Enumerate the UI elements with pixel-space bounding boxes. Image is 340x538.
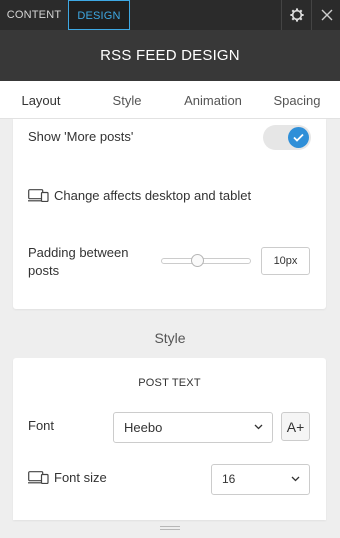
layout-settings-card: Show 'More posts' Change affects desktop… <box>13 119 326 309</box>
padding-slider-track[interactable] <box>161 258 251 264</box>
font-label: Font <box>28 418 55 433</box>
device-note-text: Change affects desktop and tablet <box>54 188 252 203</box>
show-more-posts-label: Show 'More posts' <box>28 129 134 144</box>
tab-style[interactable]: Style <box>82 81 172 119</box>
show-more-posts-toggle[interactable] <box>263 125 311 150</box>
font-size-label-group: Font size <box>28 470 107 485</box>
tab-layout[interactable]: Layout <box>0 81 82 119</box>
settings-button[interactable] <box>281 0 311 30</box>
style-settings-card: POST TEXT Font Heebo A+ Font size 16 <box>13 358 326 520</box>
font-size-label: Font size <box>54 470 107 485</box>
panel-title-bar: RSS FEED DESIGN <box>0 30 340 81</box>
toggle-knob <box>288 127 309 148</box>
close-button[interactable] <box>311 0 340 30</box>
top-bar: CONTENT DESIGN <box>0 0 340 30</box>
chevron-down-icon <box>291 476 300 482</box>
font-size-select[interactable]: 16 <box>211 464 310 495</box>
tab-spacing[interactable]: Spacing <box>254 81 340 119</box>
font-select-value: Heebo <box>124 420 163 435</box>
font-size-select-value: 16 <box>222 472 236 486</box>
padding-label: Padding between posts <box>28 245 129 278</box>
check-icon <box>293 133 304 142</box>
padding-value-input[interactable]: 10px <box>261 247 310 275</box>
device-note: Change affects desktop and tablet <box>28 188 251 203</box>
desktop-tablet-icon <box>28 471 49 484</box>
desktop-tablet-icon <box>28 189 49 202</box>
tab-design[interactable]: DESIGN <box>68 0 130 30</box>
font-size-increase-label: A+ <box>286 418 305 435</box>
chevron-down-icon <box>254 424 263 430</box>
font-size-increase-button[interactable]: A+ <box>281 412 310 441</box>
font-select[interactable]: Heebo <box>113 412 273 443</box>
panel-title: RSS FEED DESIGN <box>100 47 240 64</box>
tab-animation[interactable]: Animation <box>172 81 254 119</box>
tab-content[interactable]: CONTENT <box>0 0 68 30</box>
padding-slider-handle[interactable] <box>191 254 204 267</box>
resize-grip-icon[interactable] <box>160 525 180 531</box>
active-tab-indicator <box>46 119 60 126</box>
style-section-title: Style <box>154 330 186 346</box>
post-text-heading: POST TEXT <box>138 377 201 389</box>
close-icon <box>321 9 332 21</box>
design-subtabs: Layout Style Animation Spacing <box>0 81 340 119</box>
gear-icon <box>289 8 304 22</box>
